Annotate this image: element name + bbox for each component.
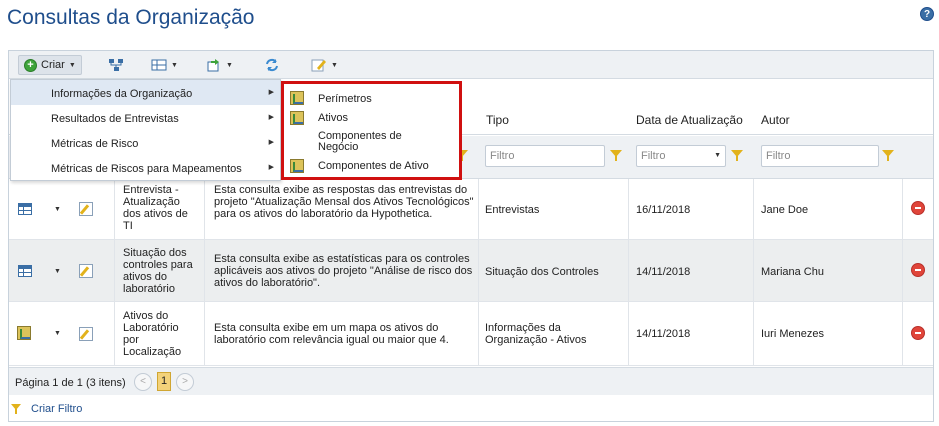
prev-page-button[interactable]: < bbox=[134, 373, 152, 391]
pager: Página 1 de 1 (3 itens) < 1 > bbox=[9, 367, 933, 395]
edit-icon bbox=[311, 58, 327, 72]
filter-data-select[interactable]: Filtro ▼ bbox=[636, 145, 726, 167]
edit-icon[interactable] bbox=[79, 202, 93, 216]
row-description: Esta consulta exibe em um mapa os ativos… bbox=[214, 322, 449, 346]
menu-item-risk-metrics[interactable]: Métricas de Risco ▶ bbox=[11, 130, 280, 155]
chevron-down-icon[interactable]: ▼ bbox=[54, 206, 61, 213]
submenu-item-asset-components[interactable]: Componentes de Ativo bbox=[318, 161, 429, 172]
menu-item-risk-mapping-metrics[interactable]: Métricas de Riscos para Mapeamentos ▶ bbox=[11, 155, 280, 180]
map-icon bbox=[290, 91, 304, 105]
row-author: Jane Doe bbox=[761, 204, 809, 216]
row-name: Entrevista - Atualização dos ativos de T… bbox=[123, 184, 188, 232]
menu-item-label: Métricas de Riscos para Mapeamentos bbox=[51, 163, 242, 175]
refresh-icon bbox=[264, 58, 280, 72]
table-icon[interactable] bbox=[18, 265, 32, 277]
menu-item-label: Métricas de Risco bbox=[51, 138, 139, 150]
hierarchy-button[interactable] bbox=[103, 55, 129, 75]
create-menu: Informações da Organização ▶ Resultados … bbox=[10, 79, 281, 181]
row-date: 14/11/2018 bbox=[636, 266, 691, 278]
row-type: Entrevistas bbox=[485, 204, 540, 216]
export-icon bbox=[206, 58, 222, 72]
chevron-down-icon[interactable]: ▼ bbox=[54, 330, 61, 337]
chevron-right-icon: ▶ bbox=[268, 139, 274, 146]
map-icon bbox=[290, 111, 304, 125]
delete-icon[interactable] bbox=[911, 263, 925, 277]
funnel-icon[interactable] bbox=[882, 150, 894, 161]
chevron-down-icon: ▼ bbox=[171, 61, 178, 69]
filter-data-placeholder: Filtro bbox=[641, 150, 666, 162]
table-row[interactable]: ▼ Situação dos controles para ativos do … bbox=[9, 240, 933, 302]
help-icon[interactable]: ? bbox=[920, 7, 934, 21]
columns-icon bbox=[151, 58, 167, 72]
refresh-button[interactable] bbox=[259, 55, 285, 75]
row-type: Informações da Organização - Ativos bbox=[485, 322, 587, 346]
chevron-down-icon: ▼ bbox=[331, 61, 338, 69]
row-description: Esta consulta exibe as respostas das ent… bbox=[214, 184, 474, 220]
row-name: Situação dos controles para ativos do la… bbox=[123, 247, 193, 295]
table-icon[interactable] bbox=[18, 203, 32, 215]
delete-icon[interactable] bbox=[911, 201, 925, 215]
map-icon bbox=[290, 159, 304, 173]
menu-item-interview-results[interactable]: Resultados de Entrevistas ▶ bbox=[11, 105, 280, 130]
row-description: Esta consulta exibe as estatísticas para… bbox=[214, 253, 473, 289]
filter-tipo-input[interactable]: Filtro bbox=[485, 145, 605, 167]
next-page-button[interactable]: > bbox=[176, 373, 194, 391]
map-icon[interactable] bbox=[17, 326, 31, 340]
table-row[interactable]: ▼ Ativos do Laboratório por Localização … bbox=[9, 302, 933, 366]
submenu-item-business-components[interactable]: Componentes de Negócio bbox=[318, 131, 428, 153]
menu-item-org-info[interactable]: Informações da Organização ▶ bbox=[11, 80, 280, 105]
page-number[interactable]: 1 bbox=[157, 372, 171, 391]
chevron-down-icon: ▼ bbox=[714, 152, 721, 159]
pager-text: Página 1 de 1 (3 itens) bbox=[15, 377, 126, 389]
row-date: 14/11/2018 bbox=[636, 328, 691, 340]
create-button-label: Criar bbox=[41, 59, 65, 71]
row-author: Iuri Menezes bbox=[761, 328, 824, 340]
row-author: Mariana Chu bbox=[761, 266, 824, 278]
funnel-icon[interactable] bbox=[731, 150, 743, 161]
column-header-autor[interactable]: Autor bbox=[761, 113, 790, 127]
delete-icon[interactable] bbox=[911, 326, 925, 340]
filter-autor-input[interactable]: Filtro bbox=[761, 145, 879, 167]
columns-button[interactable]: ▼ bbox=[146, 55, 183, 75]
edit-menu-button[interactable]: ▼ bbox=[306, 55, 343, 75]
submenu-item-perimeters[interactable]: Perímetros bbox=[318, 94, 372, 105]
org-info-submenu: Perímetros Ativos Componentes de Negócio… bbox=[281, 81, 462, 180]
chevron-down-icon[interactable]: ▼ bbox=[54, 268, 61, 275]
row-date: 16/11/2018 bbox=[636, 204, 691, 216]
edit-icon[interactable] bbox=[79, 264, 93, 278]
page-title: Consultas da Organização bbox=[7, 6, 255, 29]
menu-item-label: Informações da Organização bbox=[51, 88, 193, 100]
export-button[interactable]: ▼ bbox=[201, 55, 238, 75]
column-header-data[interactable]: Data de Atualização bbox=[636, 113, 743, 127]
edit-icon[interactable] bbox=[79, 327, 93, 341]
column-header-tipo[interactable]: Tipo bbox=[486, 113, 509, 127]
menu-item-label: Resultados de Entrevistas bbox=[51, 113, 179, 125]
chevron-right-icon: ▶ bbox=[268, 89, 274, 96]
funnel-icon bbox=[11, 404, 21, 414]
funnel-icon[interactable] bbox=[610, 150, 622, 161]
footer: Criar Filtro bbox=[9, 397, 933, 421]
chevron-right-icon: ▶ bbox=[268, 164, 274, 171]
create-button[interactable]: + Criar ▼ bbox=[18, 55, 82, 75]
toolbar: + Criar ▼ ▼ ▼ ▼ bbox=[9, 51, 933, 79]
hierarchy-icon bbox=[108, 58, 124, 72]
add-icon: + bbox=[24, 58, 37, 72]
chevron-right-icon: ▶ bbox=[268, 114, 274, 121]
submenu-item-assets[interactable]: Ativos bbox=[318, 113, 348, 124]
table-row[interactable]: ▼ Entrevista - Atualização dos ativos de… bbox=[9, 179, 933, 240]
row-type: Situação dos Controles bbox=[485, 266, 599, 278]
chevron-down-icon: ▼ bbox=[68, 61, 76, 69]
create-filter-link[interactable]: Criar Filtro bbox=[31, 403, 82, 415]
row-name: Ativos do Laboratório por Localização bbox=[123, 310, 182, 358]
chevron-down-icon: ▼ bbox=[226, 61, 233, 69]
